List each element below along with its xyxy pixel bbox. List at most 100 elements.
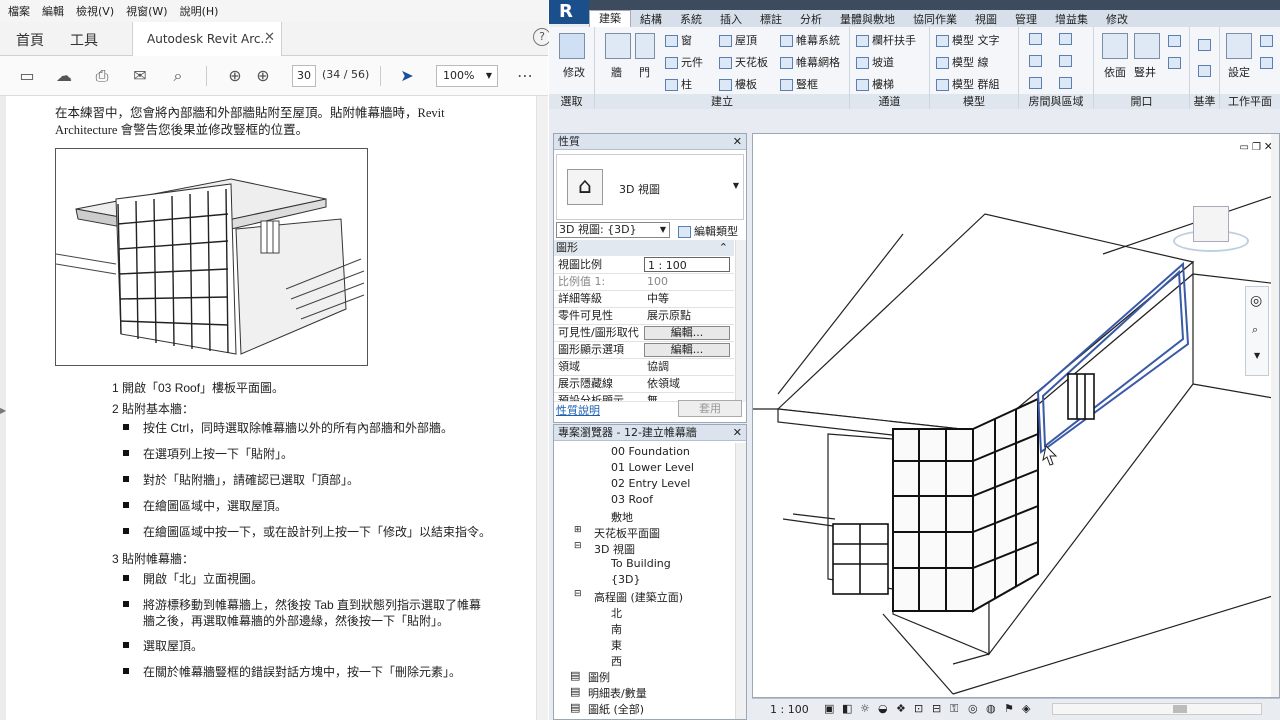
browser-scrollbar[interactable] <box>735 443 746 719</box>
view-scale-input[interactable]: 1 : 100 <box>644 257 730 272</box>
tab-analyze[interactable]: 分析 <box>791 11 831 27</box>
menu-help[interactable]: 說明(H) <box>180 3 219 19</box>
modify-button[interactable]: 修改 <box>563 64 585 80</box>
show-workplane-icon[interactable] <box>1260 35 1273 47</box>
next-page-icon[interactable]: ⊕ <box>253 66 273 86</box>
prop-row[interactable]: 領域 協調 <box>554 359 734 376</box>
tree-level-site[interactable]: 敷地 <box>611 509 633 525</box>
properties-scrollbar[interactable] <box>735 240 746 402</box>
tree-sheets[interactable]: 圖紙 (全部) <box>588 701 644 717</box>
edit-visibility-button[interactable]: 編輯... <box>644 326 730 340</box>
modify-cursor-icon[interactable] <box>559 33 585 59</box>
page-number-input[interactable]: 30 <box>292 65 316 87</box>
analytical-model-icon[interactable]: ◈ <box>1022 702 1030 715</box>
select-cursor-icon[interactable]: ➤ <box>397 66 417 86</box>
tree-elev-north[interactable]: 北 <box>611 605 622 621</box>
3d-viewport[interactable]: ▭ ❐ ✕ ◎ ⌕ ▼ <box>752 133 1280 698</box>
select-group-label[interactable]: 選取 <box>549 94 594 109</box>
worksharing-icon[interactable]: ⚑ <box>1004 702 1014 715</box>
room-icon[interactable] <box>1029 33 1042 45</box>
area-boundary-icon[interactable] <box>1059 55 1072 67</box>
show-crop-icon[interactable]: ⊟ <box>932 702 941 715</box>
grid-icon[interactable] <box>1198 65 1211 77</box>
shaft-icon[interactable] <box>1134 33 1160 59</box>
tree-3d-views[interactable]: 3D 視圖 <box>594 541 635 557</box>
model-line-button[interactable]: 模型 線 <box>936 54 989 70</box>
view-scale-label[interactable]: 1 : 100 <box>770 703 809 716</box>
railing-button[interactable]: 欄杆扶手 <box>856 32 916 48</box>
collapse-icon[interactable]: ⊟ <box>574 589 582 599</box>
tree-elevations[interactable]: 高程圖 (建築立面) <box>594 589 683 605</box>
menu-window[interactable]: 視窗(W) <box>126 3 167 19</box>
expand-icon[interactable]: ⊞ <box>574 525 582 535</box>
ref-plane-icon[interactable] <box>1260 57 1273 69</box>
model-text-button[interactable]: 模型 文字 <box>936 32 1000 48</box>
viewport-scrollbar[interactable] <box>1271 134 1279 697</box>
tab-modify[interactable]: 修改 <box>1097 11 1137 27</box>
temporary-hide-icon[interactable]: ◎ <box>968 702 978 715</box>
close-icon[interactable]: ✕ <box>264 30 275 45</box>
tag-room-icon[interactable] <box>1029 77 1042 89</box>
window-button[interactable]: 窗 <box>665 32 692 48</box>
menu-view[interactable]: 檢視(V) <box>76 3 114 19</box>
shaft-button[interactable]: 豎井 <box>1134 64 1156 80</box>
roof-button[interactable]: 屋頂 <box>719 32 757 48</box>
tab-architecture[interactable]: 建築 <box>589 10 631 27</box>
pdf-side-panel-handle[interactable]: ▶ <box>0 96 6 720</box>
tab-systems[interactable]: 系統 <box>671 11 711 27</box>
component-button[interactable]: 元件 <box>665 54 703 70</box>
tree-elev-west[interactable]: 西 <box>611 653 622 669</box>
tab-structure[interactable]: 結構 <box>631 11 671 27</box>
print-icon[interactable]: ⎙ <box>92 66 112 86</box>
tree-level-roof[interactable]: 03 Roof <box>611 493 653 506</box>
tree-schedules[interactable]: 明細表/數量 <box>588 685 647 701</box>
lock-view-icon[interactable]: ⚿ <box>950 702 958 716</box>
crop-view-icon[interactable]: ⊡ <box>914 702 923 715</box>
stair-button[interactable]: 樓梯 <box>856 76 894 92</box>
door-icon[interactable] <box>635 33 655 59</box>
tree-level-entry[interactable]: 02 Entry Level <box>611 477 690 490</box>
mullion-button[interactable]: 豎框 <box>780 76 818 92</box>
floor-button[interactable]: 樓板 <box>719 76 757 92</box>
graphics-section-header[interactable]: 圖形 ⌃ <box>554 240 734 256</box>
properties-help-link[interactable]: 性質說明 <box>556 402 600 418</box>
horizontal-scrollbar[interactable] <box>1052 703 1262 715</box>
steering-wheel-icon[interactable]: ◎ <box>1250 293 1262 309</box>
edit-type-button[interactable]: 編輯類型 <box>678 223 738 239</box>
sun-path-icon[interactable]: ☼ <box>860 702 870 715</box>
search-icon[interactable]: ⌕ <box>168 66 188 86</box>
tree-view-3d[interactable]: {3D} <box>611 573 640 586</box>
tab-home[interactable]: 首頁 <box>16 30 44 50</box>
door-button[interactable]: 門 <box>639 64 650 80</box>
set-workplane-icon[interactable] <box>1226 33 1252 59</box>
tab-document[interactable]: Autodesk Revit Arc... ✕ <box>132 22 282 56</box>
area-icon[interactable] <box>1059 33 1072 45</box>
close-icon[interactable]: ✕ <box>733 134 742 150</box>
wall-opening-icon[interactable] <box>1168 35 1181 47</box>
by-face-button[interactable]: 依面 <box>1104 64 1128 80</box>
tag-area-icon[interactable] <box>1059 77 1072 89</box>
tree-elev-east[interactable]: 東 <box>611 637 622 653</box>
shadows-icon[interactable]: ◒ <box>878 702 888 715</box>
viewcube[interactable] <box>1163 202 1253 262</box>
menu-file[interactable]: 檔案 <box>8 3 30 19</box>
tree-level-foundation[interactable]: 00 Foundation <box>611 445 690 458</box>
upload-cloud-icon[interactable]: ☁ <box>54 66 74 86</box>
email-icon[interactable]: ✉ <box>130 66 150 86</box>
tab-massing[interactable]: 量體與敷地 <box>831 11 904 27</box>
tree-level-lower[interactable]: 01 Lower Level <box>611 461 694 474</box>
tab-addins[interactable]: 增益集 <box>1046 11 1097 27</box>
more-options-icon[interactable]: ⋯ <box>515 66 535 86</box>
save-icon[interactable]: ▭ <box>17 66 37 86</box>
tree-view-to-building[interactable]: To Building <box>611 557 671 570</box>
type-selector[interactable]: ⌂ 3D 視圖 ▼ <box>556 154 744 220</box>
collapse-icon[interactable]: ⊟ <box>574 541 582 551</box>
column-button[interactable]: 柱 <box>665 76 692 92</box>
vertical-opening-icon[interactable] <box>1168 57 1181 69</box>
menu-edit[interactable]: 編輯 <box>42 3 64 19</box>
tree-legends[interactable]: 圖例 <box>588 669 610 685</box>
revit-app-button[interactable]: R <box>549 0 589 24</box>
tab-manage[interactable]: 管理 <box>1006 11 1046 27</box>
wall-button[interactable]: 牆 <box>611 64 622 80</box>
expand-panel-icon[interactable]: ▶ <box>0 406 6 415</box>
